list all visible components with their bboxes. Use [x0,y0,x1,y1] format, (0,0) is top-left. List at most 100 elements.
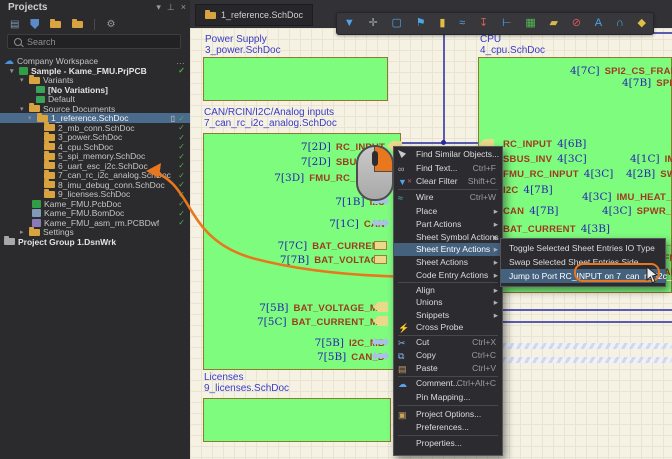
wire-vertical[interactable] [443,32,445,144]
submenu-toggle-io-type[interactable]: Toggle Selected Sheet Entries IO Type [501,241,665,255]
arc-icon[interactable] [616,14,624,33]
sheet-entry[interactable]: 7[5C]BAT_CURRENT_MB [210,316,385,328]
sheet-symbol-licenses[interactable] [203,398,391,442]
tree-item-1-reference[interactable]: ▾ 1_reference.SchDoc ▯ ✓ [0,113,190,123]
menu-pin-mapping[interactable]: Pin Mapping... [394,391,502,404]
bus-dimmed-1[interactable] [495,343,672,349]
tree-item-3-power[interactable]: 3_power.SchDoc ✓ [0,132,190,142]
tree-item-pcbdwf[interactable]: Kame_FMU_asm_rm.PCBDwf ✓ [0,218,190,228]
caret-down-icon[interactable]: ▾ [20,105,26,113]
power-port-icon[interactable] [479,14,488,33]
tree-item-pcbdoc[interactable]: Kame_FMU.PcbDoc ✓ [0,199,190,209]
panel-pin-icon[interactable]: ⊥ [167,2,175,13]
wire-rc-input[interactable] [401,142,478,144]
move-icon[interactable] [369,14,378,33]
search-placeholder: Search [27,37,56,47]
selection-rect-icon[interactable] [392,14,402,33]
pointer-icon [398,150,410,160]
sheet-entry[interactable]: BAT_CURRENT4[3B] [503,223,610,235]
menu-cross-probe[interactable]: Cross Probe [394,321,502,334]
project-options-icon [398,410,410,420]
wire-right-1[interactable] [495,309,672,311]
menu-place[interactable]: Place [394,205,502,218]
tree-item-6-uart-esc-i2c[interactable]: 6_uart_esc_i2c.SchDoc ✓ [0,161,190,171]
caret-down-icon[interactable]: ▾ [10,67,16,75]
altium-window: Projects ▾ ⊥ × ▤ ⚙ Search ☁ Company Work… [0,0,672,459]
tree-item-9-licenses[interactable]: 9_licenses.SchDoc ✓ [0,189,190,199]
check-icon: ✓ [178,218,185,227]
menu-project-options[interactable]: Project Options... [394,408,502,421]
tree-item-source-documents[interactable]: ▾ Source Documents [0,104,190,114]
sheet-entry[interactable]: FMU_RC_INPUT4[3C] [503,168,613,180]
search-box[interactable]: Search [7,34,181,49]
menu-align[interactable]: Align [394,284,502,297]
shield-icon[interactable] [30,19,39,29]
menu-paste[interactable]: PasteCtrl+V [394,362,502,375]
menu-wire[interactable]: WireCtrl+W [394,191,502,204]
caret-down-icon[interactable]: ▾ [20,76,26,84]
no-erc-icon[interactable] [572,14,581,33]
tree-item-5-spi-memory[interactable]: 5_spi_memory.SchDoc ✓ [0,151,190,161]
explorer-folder-icon[interactable] [72,21,83,28]
active-bar [336,12,654,35]
more-icon[interactable]: … [176,56,185,66]
tree-item-bomdoc[interactable]: Kame_FMU.BomDoc ✓ [0,208,190,218]
menu-clear-filter[interactable]: Clear FilterShift+C [394,175,502,188]
sheet-symbol-power[interactable] [203,57,388,101]
menu-unions[interactable]: Unions [394,296,502,309]
tree-item-2-mb-conn[interactable]: 2_mb_conn.SchDoc ✓ [0,123,190,133]
sheet-entry[interactable]: 7[5B]CAN_D [210,351,385,363]
menu-preferences[interactable]: Preferences... [394,421,502,434]
net-label-icon[interactable] [549,14,557,33]
menu-cut[interactable]: CutCtrl+X [394,336,502,349]
open-project-icon[interactable] [50,21,61,28]
menu-sheet-symbol-actions[interactable]: Sheet Symbol Actions [394,231,502,244]
tree-item-project-group[interactable]: Project Group 1.DsnWrk [0,237,190,247]
port-icon[interactable] [416,14,426,33]
caret-down-icon[interactable]: ▾ [28,114,34,122]
sheet-entry[interactable]: 7[5B]I2C_MB [210,337,385,349]
tree-item-7-can-rc-i2c-analog[interactable]: 7_can_rc_i2c_analog.SchDoc ✓ [0,170,190,180]
tree-item-settings[interactable]: ▸ Settings [0,227,190,237]
place-part-icon[interactable] [439,14,445,33]
gear-icon[interactable]: ⚙ [106,19,115,30]
bus-dimmed-2[interactable] [495,357,672,363]
list-view-icon[interactable]: ▤ [10,19,19,30]
tree-item-project[interactable]: ▾ Sample - Kame_FMU.PrjPCB ✓ [0,66,190,76]
filter-icon[interactable] [344,14,355,33]
panel-close-icon[interactable]: × [181,2,186,13]
menu-code-entry-actions[interactable]: Code Entry Actions [394,269,502,282]
dimension-icon[interactable] [502,14,512,33]
menu-snippets[interactable]: Snippets [394,309,502,322]
tree-item-no-variations[interactable]: [No Variations] [0,85,190,95]
menu-part-actions[interactable]: Part Actions [394,218,502,231]
sheet-entry[interactable]: SBUS_INV4[3C] [503,153,587,165]
caret-right-icon[interactable]: ▸ [20,228,26,236]
tree-item-workspace[interactable]: ☁ Company Workspace … [0,56,190,66]
menu-sheet-entry-actions[interactable]: Sheet Entry Actions [394,243,502,256]
check-icon: ✓ [178,190,185,199]
sheet-entry[interactable]: 7[1C]CAN [210,218,385,230]
tab-1-reference[interactable]: 1_reference.SchDoc [195,4,313,26]
menu-find-text[interactable]: Find Text...Ctrl+F [394,162,502,175]
sheet-entry[interactable]: I2C4[7B] [503,184,553,196]
sheet-entry[interactable]: RC_INPUT4[6B] [503,138,586,150]
wire-right-2[interactable] [495,321,672,323]
text-icon[interactable] [595,14,602,33]
wire-icon[interactable] [459,14,465,33]
menu-sheet-actions[interactable]: Sheet Actions [394,256,502,269]
sheet-entry[interactable]: CAN4[7B] [503,205,558,217]
sheet-entry[interactable]: 7[5B]BAT_VOLTAGE_MB [210,302,385,314]
sheet-entry[interactable]: 7[7B]BAT_VOLTAGE [210,254,385,266]
panel-dropdown-icon[interactable]: ▾ [156,2,161,13]
sheet-entry[interactable]: 7[7C]BAT_CURRENT [210,240,385,252]
menu-comment[interactable]: Comment...Ctrl+Alt+C [394,377,502,390]
tree-item-8-imu-debug-conn[interactable]: 8_imu_debug_conn.SchDoc ✓ [0,180,190,190]
ic-part-icon[interactable] [525,14,535,33]
menu-properties[interactable]: Properties... [394,437,502,450]
parameter-icon[interactable] [637,14,645,33]
menu-find-similar[interactable]: Find Similar Objects... [394,148,502,161]
tree-item-4-cpu[interactable]: 4_cpu.SchDoc ✓ [0,142,190,152]
tree-item-variants[interactable]: ▾ Variants [0,75,190,85]
menu-copy[interactable]: CopyCtrl+C [394,349,502,362]
